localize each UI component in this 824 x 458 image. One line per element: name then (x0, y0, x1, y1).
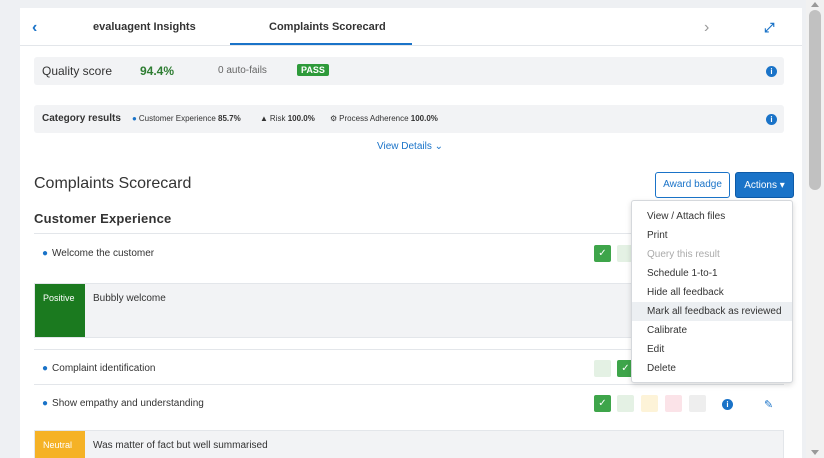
feedback-text: Was matter of fact but well summarised (93, 440, 268, 451)
scroll-up-icon[interactable] (811, 2, 819, 7)
scrollbar[interactable] (806, 0, 824, 458)
menu-item-schedule-1to1[interactable]: Schedule 1-to-1 (632, 264, 792, 283)
tab-complaints-scorecard[interactable]: Complaints Scorecard (269, 21, 386, 33)
category-process-adherence: ⚙ Process Adherence 100.0% (330, 114, 438, 123)
pass-badge: PASS (297, 64, 329, 76)
chevron-right-icon[interactable]: › (704, 19, 709, 37)
chevron-down-icon: ⌄ (434, 141, 444, 152)
feedback-tag-neutral: Neutral (35, 431, 85, 458)
actions-dropdown-menu: View / Attach files Print Query this res… (631, 200, 793, 383)
quality-score-value: 94.4% (140, 64, 175, 78)
menu-item-hide-feedback[interactable]: Hide all feedback (632, 283, 792, 302)
divider (34, 384, 784, 385)
pencil-icon[interactable]: ✎ (764, 398, 773, 411)
section-title: Customer Experience (34, 211, 172, 226)
info-icon[interactable]: i (722, 399, 733, 410)
score-option[interactable] (594, 360, 611, 377)
menu-item-delete[interactable]: Delete (632, 359, 792, 378)
tab-evaluagent-insights[interactable]: evaluagent Insights (93, 21, 196, 33)
score-option[interactable] (617, 395, 634, 412)
active-tab-indicator (230, 43, 412, 45)
check-icon[interactable]: ✓ (594, 245, 611, 262)
warning-icon: ▲ (260, 114, 268, 123)
view-details-link[interactable]: View Details ⌄ (377, 141, 443, 152)
feedback-tag-positive: Positive (35, 284, 85, 337)
feedback-box: Neutral Was matter of fact but well summ… (34, 430, 784, 458)
question-label: ● Show empathy and understanding (42, 398, 204, 409)
quality-score-row: Quality score 94.4% 0 auto-fails PASS i (34, 57, 784, 85)
score-option[interactable] (689, 395, 706, 412)
question-label: ● Welcome the customer (42, 248, 155, 259)
info-icon[interactable]: i (766, 66, 777, 77)
menu-item-edit[interactable]: Edit (632, 340, 792, 359)
award-badge-button[interactable]: Award badge (655, 172, 730, 198)
feedback-text: Bubbly welcome (93, 293, 166, 304)
category-results-row: Category results ● Customer Experience 85… (34, 105, 784, 133)
tab-bar: ‹ evaluagent Insights Complaints Scoreca… (20, 8, 802, 46)
check-icon[interactable]: ✓ (594, 395, 611, 412)
menu-item-query-result: Query this result (647, 249, 720, 260)
page-title: Complaints Scorecard (34, 175, 192, 192)
user-icon: ● (42, 363, 49, 374)
caret-down-icon: ▾ (779, 180, 785, 191)
category-results-label: Category results (42, 113, 121, 124)
category-risk: ▲ Risk 100.0% (260, 114, 315, 123)
score-option[interactable] (665, 395, 682, 412)
menu-item-calibrate[interactable]: Calibrate (632, 321, 792, 340)
chevron-left-icon[interactable]: ‹ (32, 19, 37, 37)
gear-icon: ⚙ (330, 114, 338, 123)
user-icon: ● (42, 398, 49, 409)
score-option[interactable] (641, 395, 658, 412)
menu-item-print[interactable]: Print (632, 226, 792, 245)
expand-icon[interactable]: ⤢ (764, 20, 774, 36)
menu-item-view-attach-files[interactable]: View / Attach files (632, 207, 792, 226)
quality-score-label: Quality score (42, 64, 113, 78)
menu-item-mark-reviewed[interactable]: Mark all feedback as reviewed (632, 302, 792, 321)
info-icon[interactable]: i (766, 114, 777, 125)
scroll-down-icon[interactable] (811, 450, 819, 455)
user-icon: ● (132, 114, 137, 123)
question-label: ● Complaint identification (42, 363, 156, 374)
actions-button[interactable]: Actions ▾ (735, 172, 794, 198)
user-icon: ● (42, 248, 49, 259)
question-row: ● Show empathy and understanding ✓ i ✎ (34, 390, 784, 420)
scrollbar-thumb[interactable] (809, 10, 821, 190)
auto-fails-count: 0 auto-fails (218, 65, 267, 76)
category-customer-experience: ● Customer Experience 85.7% (132, 114, 241, 123)
